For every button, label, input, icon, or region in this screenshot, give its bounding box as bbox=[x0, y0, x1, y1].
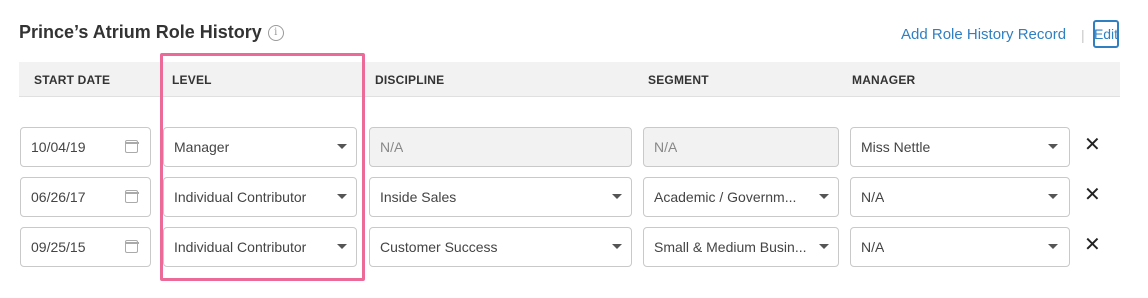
level-select[interactable]: Individual Contributor bbox=[163, 177, 357, 217]
close-icon[interactable]: ✕ bbox=[1084, 185, 1101, 205]
calendar-icon[interactable] bbox=[124, 190, 139, 203]
manager-value: N/A bbox=[861, 239, 885, 255]
column-manager: MANAGER bbox=[852, 73, 916, 87]
separator: | bbox=[1081, 27, 1085, 43]
manager-value: Miss Nettle bbox=[861, 139, 931, 155]
discipline-select: N/A bbox=[369, 127, 632, 167]
info-icon[interactable]: i bbox=[267, 24, 284, 41]
level-select[interactable]: Individual Contributor bbox=[163, 227, 357, 267]
chevron-down-icon bbox=[1048, 194, 1058, 199]
manager-select[interactable]: Miss Nettle bbox=[850, 127, 1070, 167]
chevron-down-icon bbox=[337, 244, 347, 249]
level-value: Individual Contributor bbox=[174, 239, 307, 255]
chevron-down-icon bbox=[612, 244, 622, 249]
column-discipline: DISCIPLINE bbox=[375, 73, 445, 87]
manager-value: N/A bbox=[861, 189, 885, 205]
segment-select[interactable]: Academic / Governm... bbox=[643, 177, 839, 217]
close-icon[interactable]: ✕ bbox=[1084, 235, 1101, 255]
discipline-select[interactable]: Inside Sales bbox=[369, 177, 632, 217]
table-row: 09/25/15 Individual Contributor Customer… bbox=[0, 227, 1148, 269]
table-row: 10/04/19 Manager N/A N/A Miss Nettle ✕ bbox=[0, 127, 1148, 169]
start-date-value: 06/26/17 bbox=[31, 189, 86, 205]
level-select[interactable]: Manager bbox=[163, 127, 357, 167]
segment-select: N/A bbox=[643, 127, 839, 167]
level-value: Individual Contributor bbox=[174, 189, 307, 205]
chevron-down-icon bbox=[1048, 144, 1058, 149]
section-title: Prince’s Atrium Role History i bbox=[19, 22, 284, 43]
start-date-value: 10/04/19 bbox=[31, 139, 86, 155]
chevron-down-icon bbox=[819, 194, 829, 199]
start-date-input[interactable]: 06/26/17 bbox=[20, 177, 151, 217]
segment-value: N/A bbox=[654, 139, 678, 155]
manager-select[interactable]: N/A bbox=[850, 177, 1070, 217]
edit-button[interactable]: Edit bbox=[1093, 20, 1119, 48]
chevron-down-icon bbox=[612, 194, 622, 199]
chevron-down-icon bbox=[337, 194, 347, 199]
table-header: START DATE LEVEL DISCIPLINE SEGMENT MANA… bbox=[19, 62, 1120, 97]
column-segment: SEGMENT bbox=[648, 73, 709, 87]
close-icon[interactable]: ✕ bbox=[1084, 135, 1101, 155]
discipline-value: Customer Success bbox=[380, 239, 498, 255]
discipline-value: Inside Sales bbox=[380, 189, 457, 205]
chevron-down-icon bbox=[1048, 244, 1058, 249]
manager-select[interactable]: N/A bbox=[850, 227, 1070, 267]
start-date-value: 09/25/15 bbox=[31, 239, 86, 255]
discipline-value: N/A bbox=[380, 139, 404, 155]
level-value: Manager bbox=[174, 139, 230, 155]
column-start-date: START DATE bbox=[34, 73, 111, 87]
section-title-text: Prince’s Atrium Role History bbox=[19, 22, 262, 42]
segment-select[interactable]: Small & Medium Busin... bbox=[643, 227, 839, 267]
start-date-input[interactable]: 10/04/19 bbox=[20, 127, 151, 167]
chevron-down-icon bbox=[819, 244, 829, 249]
discipline-select[interactable]: Customer Success bbox=[369, 227, 632, 267]
chevron-down-icon bbox=[337, 144, 347, 149]
segment-value: Small & Medium Busin... bbox=[654, 239, 807, 255]
column-level: LEVEL bbox=[172, 73, 212, 87]
table-row: 06/26/17 Individual Contributor Inside S… bbox=[0, 177, 1148, 219]
start-date-input[interactable]: 09/25/15 bbox=[20, 227, 151, 267]
add-role-history-link[interactable]: Add Role History Record bbox=[901, 26, 1066, 43]
calendar-icon[interactable] bbox=[124, 240, 139, 253]
edit-label: Edit bbox=[1093, 26, 1119, 42]
calendar-icon[interactable] bbox=[124, 140, 139, 153]
segment-value: Academic / Governm... bbox=[654, 189, 797, 205]
